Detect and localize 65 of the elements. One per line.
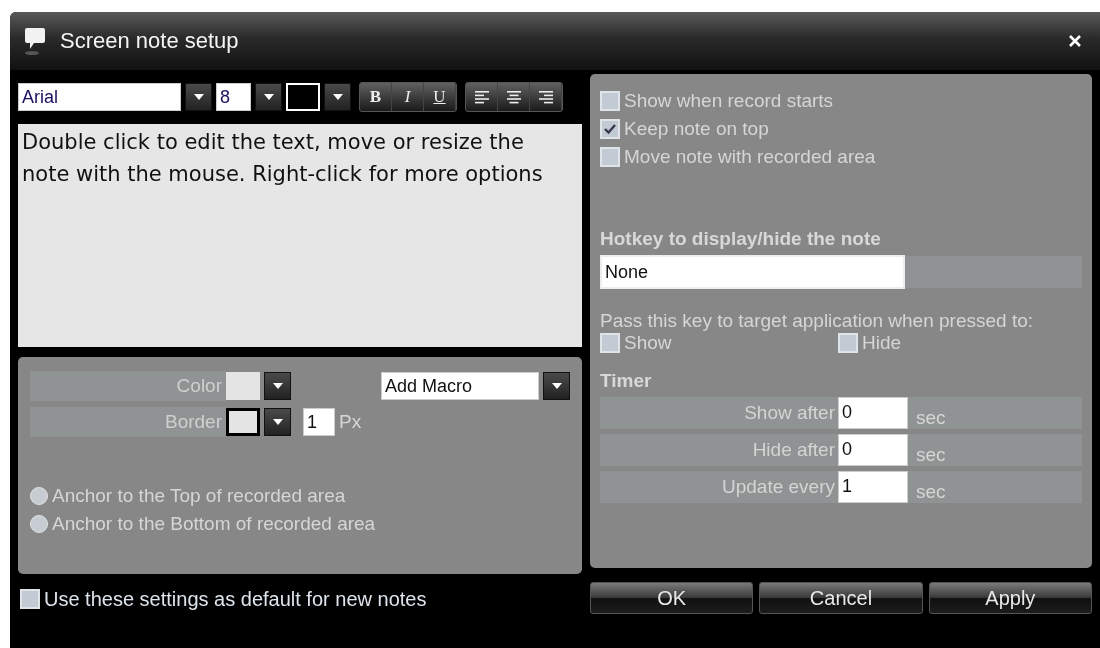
timer-heading: Timer [600, 369, 653, 392]
checkbox[interactable] [600, 119, 620, 139]
checkbox[interactable] [20, 589, 40, 609]
dropdown-button[interactable] [264, 408, 291, 436]
checkbox-label: Move note with recorded area [624, 146, 876, 168]
checkbox[interactable] [838, 332, 858, 353]
checkbox-label: Use these settings as default for new notes [44, 587, 427, 611]
caret-icon [332, 94, 343, 100]
pass-key-label: Pass this key to target application when pressed to: [600, 310, 1035, 332]
checkbox-label: Keep note on top [624, 118, 769, 140]
radio-label: Anchor to the Top of recorded area [52, 485, 346, 507]
color-swatch[interactable] [226, 372, 260, 400]
border-label: Border [30, 407, 226, 437]
text-style-button[interactable]: B [360, 83, 392, 111]
caret-icon [272, 383, 283, 389]
align-lines-icon [506, 90, 521, 104]
close-icon [1068, 34, 1082, 48]
note-text-area[interactable]: Double click to edit the text, move or resize the note with the mouse. Right-click for more options [18, 124, 582, 347]
radio-button[interactable] [30, 487, 48, 505]
window-title: Screen note setup [60, 28, 239, 54]
seconds-field[interactable]: 0 [838, 396, 908, 429]
unit-label: Px [339, 411, 362, 433]
checkbox[interactable] [600, 332, 620, 353]
border-width-field[interactable]: 1 [303, 408, 335, 436]
caret-icon [193, 94, 204, 100]
hotkey-field[interactable]: None [600, 255, 905, 289]
checkbox-label: Show [624, 331, 672, 354]
radio-button[interactable] [30, 515, 48, 533]
caret-icon [551, 383, 562, 389]
dialog-button[interactable]: OK [590, 582, 754, 614]
text-style-button[interactable]: I [392, 83, 424, 111]
checkbox[interactable] [600, 91, 620, 111]
timer-label: Update every [721, 475, 836, 498]
caret-icon [272, 419, 283, 425]
dropdown-button[interactable] [324, 83, 351, 111]
dropdown-button[interactable] [264, 372, 291, 400]
unit-label: sec [916, 479, 946, 503]
color-label: Color [30, 371, 226, 401]
macro-dropdown[interactable]: Add Macro [381, 372, 539, 400]
dropdown-button[interactable] [543, 372, 570, 400]
dropdown-button[interactable] [185, 83, 212, 111]
unit-label: sec [916, 442, 946, 466]
timer-label: Show after [743, 401, 836, 424]
caret-icon [263, 94, 274, 100]
seconds-field[interactable]: 0 [838, 433, 908, 466]
seconds-field[interactable]: 1 [838, 470, 908, 503]
dialog-button[interactable]: Apply [928, 582, 1092, 614]
hotkey-heading: Hotkey to display/hide the note [600, 228, 882, 250]
checkbox-label: Hide [862, 331, 902, 354]
speech-bubble-icon [24, 26, 46, 56]
align-lines-icon [474, 90, 489, 104]
size-field[interactable]: 8 [216, 83, 251, 111]
font-field[interactable]: Arial [18, 83, 181, 111]
border-color-swatch[interactable] [226, 408, 260, 436]
radio-label: Anchor to the Bottom of recorded area [52, 513, 376, 535]
checkbox[interactable] [600, 147, 620, 167]
dialog-button[interactable]: Cancel [759, 582, 923, 614]
timer-label: Hide after [751, 438, 836, 461]
text-style-button[interactable]: U [424, 83, 456, 111]
align-lines-icon [538, 90, 553, 104]
check-icon [604, 124, 616, 134]
text-color-swatch[interactable] [286, 83, 320, 111]
checkbox-label: Show when record starts [624, 90, 834, 112]
dropdown-button[interactable] [255, 83, 282, 111]
unit-label: sec [916, 405, 946, 429]
